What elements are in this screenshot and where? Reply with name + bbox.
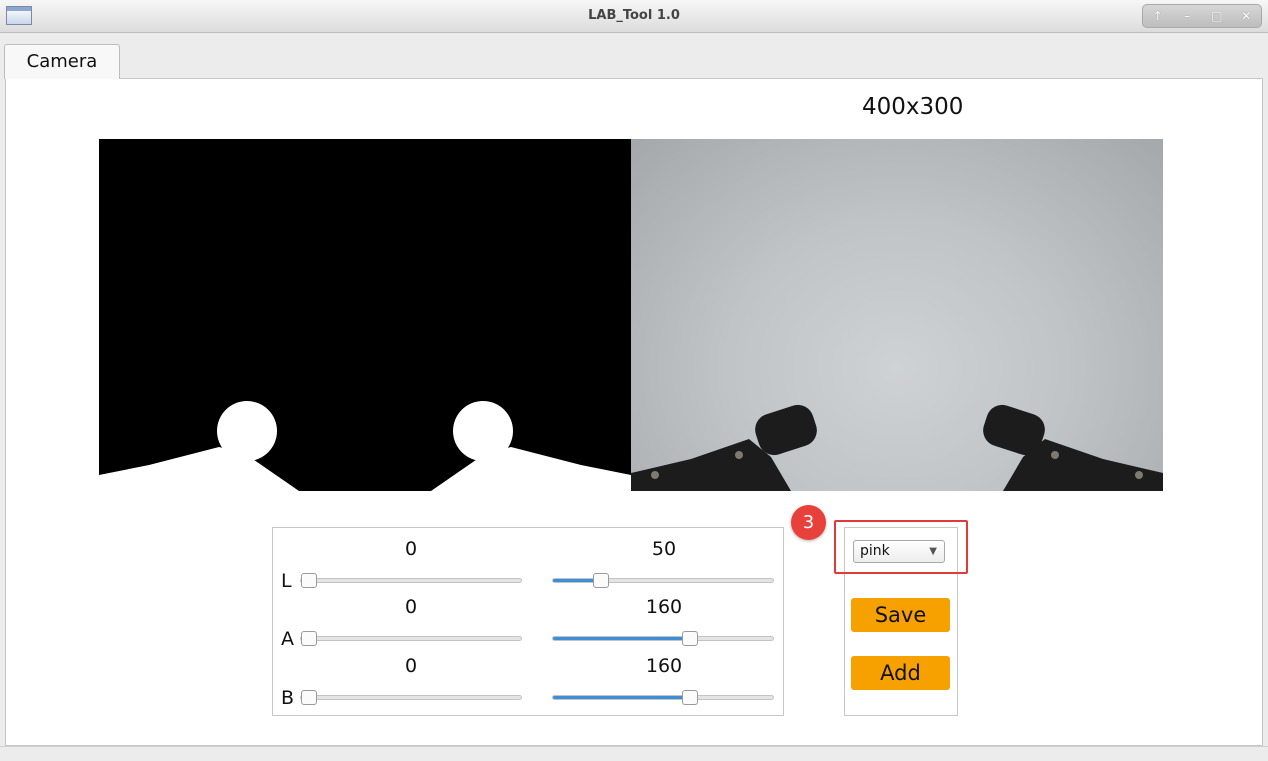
camera-image — [631, 404, 1163, 491]
slider-handle[interactable] — [301, 631, 317, 646]
slider-max-a[interactable] — [552, 631, 774, 646]
window-controls: ↑ – □ ✕ — [1142, 4, 1262, 28]
slider-max-value: 160 — [645, 596, 683, 618]
pin-icon[interactable]: ↑ — [1147, 9, 1169, 23]
channel-label: B — [281, 687, 295, 709]
slider-handle[interactable] — [593, 573, 609, 588]
slider-min-b[interactable] — [300, 690, 522, 705]
slider-max-value: 160 — [645, 655, 683, 677]
mask-image — [99, 401, 631, 491]
maximize-icon[interactable]: □ — [1206, 9, 1228, 23]
slider-handle[interactable] — [682, 631, 698, 646]
slider-max-b[interactable] — [552, 690, 774, 705]
lab-slider-panel — [272, 527, 784, 716]
camera-view — [631, 139, 1163, 491]
slider-handle[interactable] — [301, 690, 317, 705]
status-strip — [0, 746, 1268, 761]
slider-fill — [553, 637, 690, 640]
add-button[interactable]: Add — [851, 656, 950, 690]
title-bar: LAB_Tool 1.0 ↑ – □ ✕ — [0, 0, 1268, 33]
mask-view — [99, 139, 631, 491]
step-badge: 3 — [791, 505, 826, 540]
channel-label: L — [281, 570, 292, 592]
slider-max-l[interactable] — [552, 573, 774, 588]
resolution-label: 400x300 — [862, 94, 964, 120]
channel-label: A — [281, 628, 294, 650]
minimize-icon[interactable]: – — [1176, 9, 1198, 23]
slider-min-value: 0 — [404, 538, 418, 560]
highlight-box — [834, 520, 968, 574]
window-title: LAB_Tool 1.0 — [588, 8, 680, 23]
slider-fill — [553, 696, 690, 699]
slider-min-a[interactable] — [300, 631, 522, 646]
slider-min-value: 0 — [404, 655, 418, 677]
close-icon[interactable]: ✕ — [1235, 9, 1257, 23]
slider-handle[interactable] — [682, 690, 698, 705]
slider-min-value: 0 — [404, 596, 418, 618]
slider-min-l[interactable] — [300, 573, 522, 588]
tab-camera[interactable]: Camera — [4, 44, 120, 79]
slider-max-value: 50 — [651, 538, 677, 560]
slider-handle[interactable] — [301, 573, 317, 588]
save-button[interactable]: Save — [851, 598, 950, 632]
